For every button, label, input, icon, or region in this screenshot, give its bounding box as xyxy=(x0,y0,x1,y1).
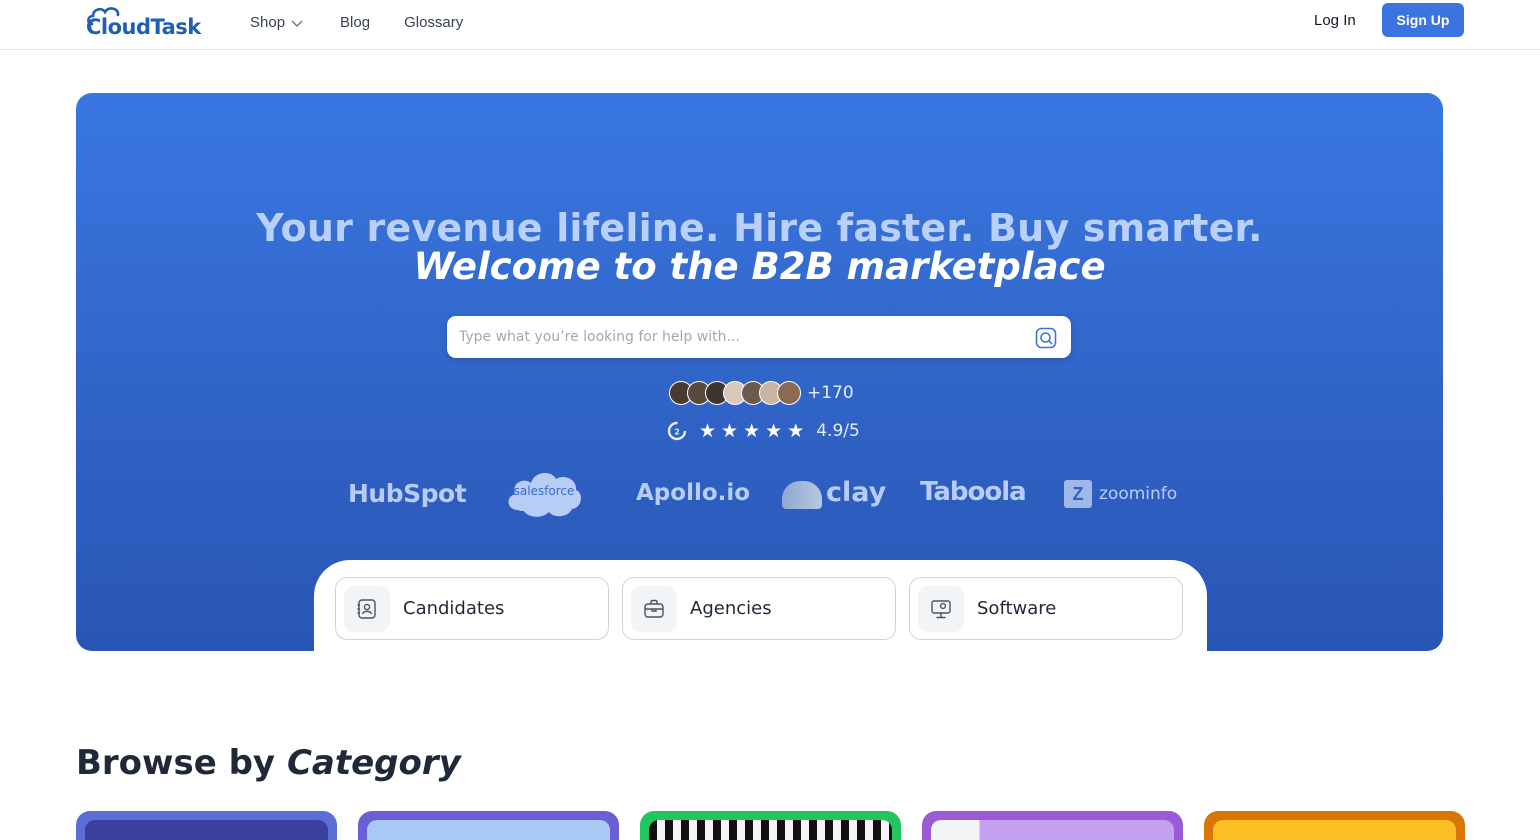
star-icon: ★ xyxy=(699,420,717,442)
category-tile-image xyxy=(649,820,892,840)
brand-logo-clay-icon xyxy=(782,481,822,509)
star-icon: ★ xyxy=(743,420,761,442)
brand-logo-zoominfo: zoominfo xyxy=(1099,484,1178,504)
login-link[interactable]: Log In xyxy=(1314,12,1356,29)
brand-logo-hubspot: HubSpot xyxy=(348,479,467,508)
brand-logo-salesforce: salesforce xyxy=(513,484,575,498)
hero-subheadline: Welcome to the B2B marketplace xyxy=(413,245,1106,288)
brand-logo-taboola: Taboola xyxy=(920,477,1027,507)
category-tile[interactable] xyxy=(922,811,1183,840)
category-tile-image xyxy=(367,820,610,840)
category-tile-image xyxy=(931,820,1174,840)
category-agencies[interactable]: Agencies xyxy=(622,577,896,640)
avatar xyxy=(777,381,801,405)
top-navigation: CloudTask Shop Blog Glossary Log In Sign… xyxy=(0,0,1540,50)
chevron-down-icon xyxy=(291,20,303,27)
search-icon[interactable] xyxy=(1035,327,1057,349)
nav-blog-label: Blog xyxy=(340,14,371,31)
avatar-group: +170 xyxy=(669,381,854,405)
nav-blog[interactable]: Blog xyxy=(340,14,370,31)
search-bar xyxy=(447,316,1071,358)
star-icon: ★ xyxy=(765,420,783,442)
brand-logo-salesforce-cloud: salesforce xyxy=(504,466,584,520)
brand-logos: HubSpot salesforce Apollo.io clay Tabool… xyxy=(346,463,1186,523)
nav-shop[interactable]: Shop xyxy=(250,14,303,31)
rating: 2 ★ ★ ★ ★ ★ 4.9/5 xyxy=(667,421,860,441)
avatar-count: +170 xyxy=(807,383,854,403)
g2-icon: 2 xyxy=(667,421,687,441)
star-icon: ★ xyxy=(721,420,739,442)
category-tile[interactable] xyxy=(1204,811,1465,840)
nav-glossary-label: Glossary xyxy=(404,14,464,31)
star-icon: ★ xyxy=(787,420,805,442)
search-input[interactable] xyxy=(459,316,1019,358)
category-tile[interactable] xyxy=(76,811,337,840)
main-nav: Shop Blog Glossary xyxy=(250,14,463,31)
browse-heading-prefix: Browse by xyxy=(76,743,276,783)
nav-shop-label: Shop xyxy=(250,14,286,31)
hero-banner: Your revenue lifeline. Hire faster. Buy … xyxy=(76,93,1443,651)
category-tile[interactable] xyxy=(640,811,901,840)
category-agencies-label: Agencies xyxy=(690,598,772,619)
category-software[interactable]: Software xyxy=(909,577,1183,640)
signup-button[interactable]: Sign Up xyxy=(1382,3,1464,37)
category-tile-image xyxy=(1213,820,1456,840)
category-candidates[interactable]: Candidates xyxy=(335,577,609,640)
software-icon xyxy=(918,585,964,632)
nav-glossary[interactable]: Glossary xyxy=(404,14,463,31)
category-tabs: Candidates Agencies Software xyxy=(314,560,1207,651)
logo[interactable]: CloudTask xyxy=(86,4,201,40)
brand-logo-clay: clay xyxy=(826,477,887,508)
svg-text:2: 2 xyxy=(674,428,680,437)
category-candidates-label: Candidates xyxy=(403,598,505,619)
zoominfo-icon: Z xyxy=(1064,480,1092,508)
rating-value: 4.9/5 xyxy=(816,421,860,441)
browse-heading-emphasis: Category xyxy=(286,743,461,783)
category-tile-image xyxy=(85,820,328,840)
brand-logo-apollo: Apollo.io xyxy=(636,480,751,506)
browse-heading: Browse by Category xyxy=(76,743,461,783)
category-tile[interactable] xyxy=(358,811,619,840)
candidates-icon xyxy=(344,585,390,632)
agencies-icon xyxy=(631,585,677,632)
hero-headline: Your revenue lifeline. Hire faster. Buy … xyxy=(256,206,1263,250)
category-software-label: Software xyxy=(977,598,1057,619)
cloud-logo-icon xyxy=(87,7,120,26)
